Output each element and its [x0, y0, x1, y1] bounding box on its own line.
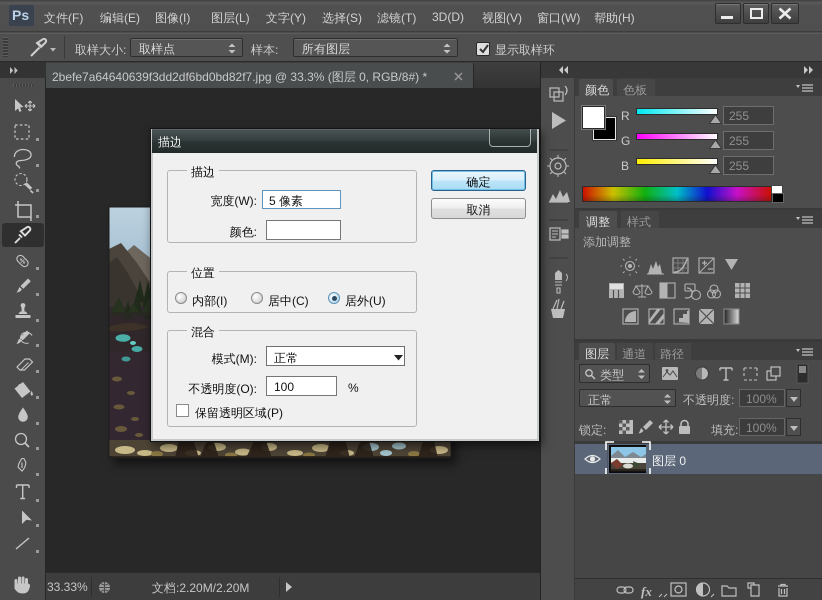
svg-text:fx: fx: [641, 584, 652, 599]
